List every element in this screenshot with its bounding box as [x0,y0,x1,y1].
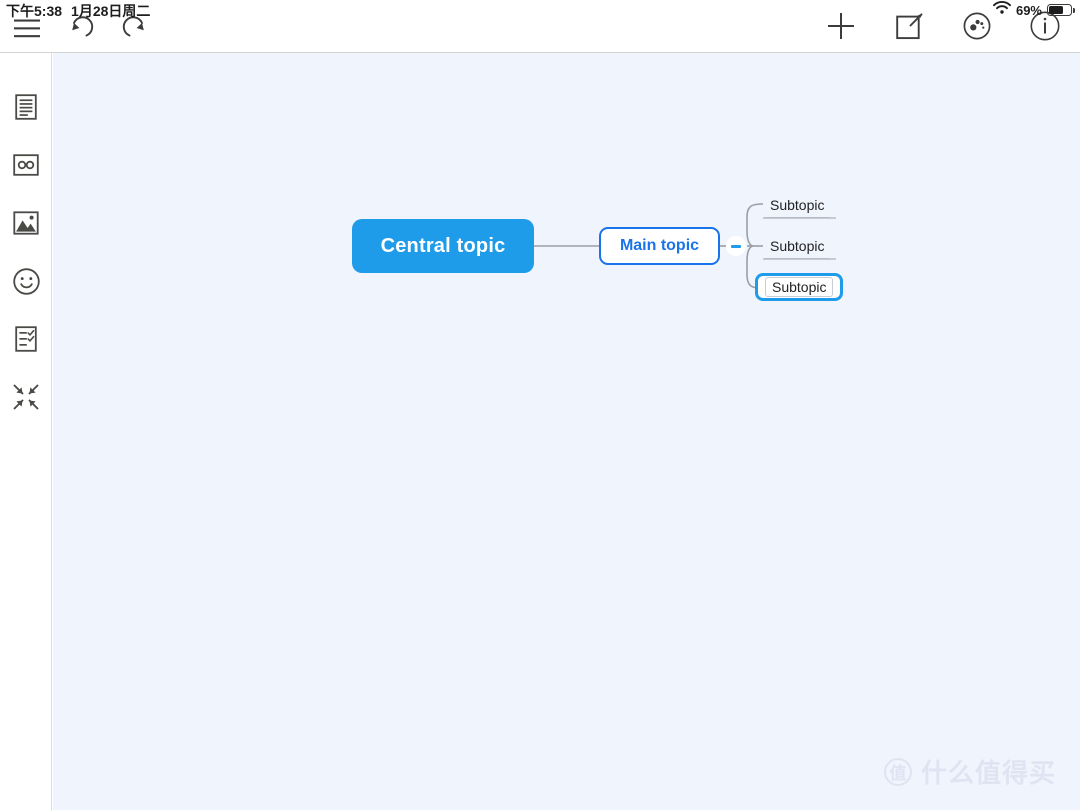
sidebar-item-notes[interactable] [0,85,52,129]
style-button[interactable] [958,7,996,45]
toolbar-left-group [8,9,154,47]
sidebar-item-image[interactable] [0,201,52,245]
sidebar-item-sticker[interactable] [0,259,52,303]
sidebar-item-relationship[interactable] [0,143,52,187]
sidebar-item-collapse[interactable] [0,375,52,419]
undo-button[interactable] [62,9,100,47]
info-button[interactable] [1026,7,1064,45]
checklist-task-icon [14,326,38,352]
mindmap-node-subtopic-3[interactable]: Subtopic [755,273,844,301]
document-notes-icon [14,94,38,120]
mindmap-canvas[interactable]: Central topic Main topic Subtopic Subtop… [53,53,1080,810]
mindmap-node-subtopic-1[interactable]: Subtopic [765,192,830,218]
redo-button[interactable] [116,9,154,47]
image-picture-icon [13,211,39,235]
collapse-toggle-button[interactable] [726,236,746,256]
sidebar-item-task[interactable] [0,317,52,361]
collapse-arrows-icon [12,383,40,411]
toolbar-right-group [822,7,1064,45]
top-toolbar [0,0,1080,53]
menu-button[interactable] [8,9,46,47]
mindmap-node-subtopic-2[interactable]: Subtopic [765,233,830,259]
left-sidebar [0,53,52,810]
minus-icon [731,244,741,248]
edit-button[interactable] [890,7,928,45]
add-button[interactable] [822,7,860,45]
relationship-link-icon [13,154,39,176]
mindmap-node-main[interactable]: Main topic [599,227,720,265]
mindmap-node-central[interactable]: Central topic [352,219,534,273]
app-root: 下午5:38 1月28日周二 69% Central topic Main to… [0,0,1080,810]
smiley-face-icon [12,267,40,295]
subtopic-3-label: Subtopic [765,277,834,297]
mindmap-connectors [534,203,836,289]
